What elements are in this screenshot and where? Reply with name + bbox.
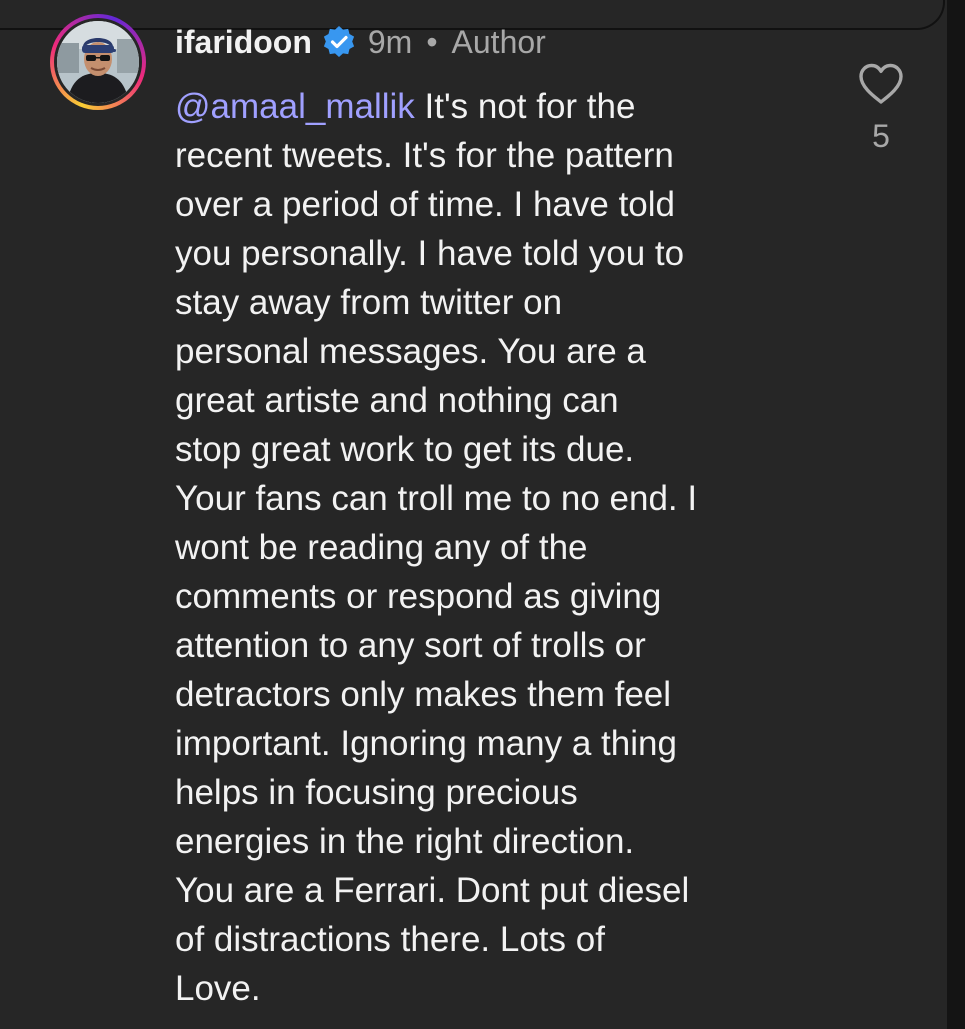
comment: ifaridoon 9m • Author @amaal_mallik It's… xyxy=(0,0,945,1029)
story-ring[interactable] xyxy=(50,14,146,110)
separator-dot: • xyxy=(426,23,438,60)
avatar[interactable] xyxy=(57,21,139,103)
author-label: Author xyxy=(451,23,546,60)
verified-badge-icon xyxy=(322,25,356,59)
avatar-gap xyxy=(54,18,142,106)
avatar-image xyxy=(57,21,139,103)
comment-text: @amaal_mallik It's not for the recent tw… xyxy=(175,82,815,1013)
like-count: 5 xyxy=(872,118,890,154)
like-control: 5 xyxy=(850,62,912,155)
comment-header: ifaridoon 9m • Author xyxy=(175,20,546,64)
comment-timestamp: 9m xyxy=(367,23,413,60)
username-link[interactable]: ifaridoon xyxy=(175,24,312,61)
screen: ifaridoon 9m • Author @amaal_mallik It's… xyxy=(0,0,965,1029)
comment-body: It's not for the recent tweets. It's for… xyxy=(175,87,698,1008)
mention-link[interactable]: @amaal_mallik xyxy=(175,87,415,126)
scroll-edge xyxy=(947,0,965,1029)
heart-outline-icon[interactable] xyxy=(857,62,905,106)
